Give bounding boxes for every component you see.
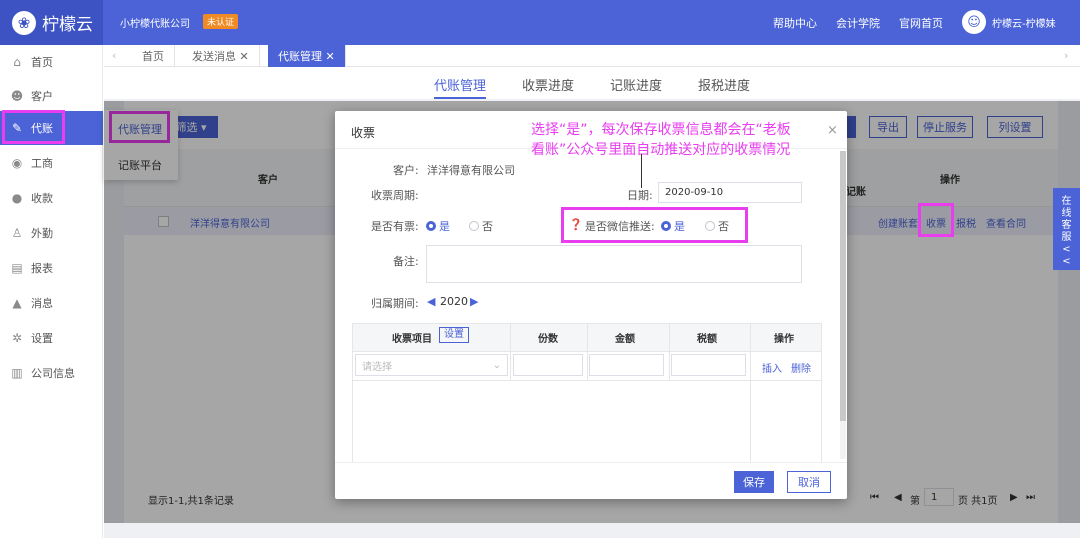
year-prev-icon[interactable]: ◀ bbox=[427, 295, 435, 308]
user-name[interactable]: 柠檬云-柠檬妹 bbox=[992, 15, 1056, 30]
chevron-down-icon: ⌄ bbox=[492, 359, 501, 371]
unverified-badge[interactable]: 未认证 bbox=[203, 14, 239, 29]
year-value: 2020 bbox=[440, 295, 468, 308]
grid-col-tax: 税额 bbox=[697, 334, 717, 345]
customer-icon: ☻ bbox=[10, 89, 24, 103]
date-label: 日期: bbox=[627, 189, 653, 202]
count-input[interactable] bbox=[513, 354, 583, 376]
sidebar-item-home[interactable]: ⌂ 首页 bbox=[0, 45, 103, 79]
report-icon: ▤ bbox=[11, 261, 23, 275]
tab-send-message[interactable]: 发送消息 ✕ bbox=[182, 45, 260, 67]
logo-text: 柠檬云 bbox=[42, 15, 93, 35]
tab-home[interactable]: 首页 bbox=[132, 45, 175, 67]
sidebar-item-business[interactable]: ◉ 工商 bbox=[0, 146, 103, 180]
sidebar-item-company[interactable]: ▥ 公司信息 bbox=[0, 356, 103, 390]
sidebar-item-payment[interactable]: ● 收款 bbox=[0, 181, 103, 215]
grid-col-count: 份数 bbox=[538, 334, 558, 345]
lemon-logo-icon: ❀ bbox=[12, 10, 36, 35]
subtab-agency[interactable]: 代账管理 bbox=[434, 75, 487, 99]
period-label: 收票周期: bbox=[371, 189, 419, 202]
annotation-arrow bbox=[641, 154, 642, 188]
date-input[interactable]: 2020-09-10 bbox=[658, 182, 802, 203]
highlight-receive-invoice bbox=[918, 203, 954, 237]
sidebar-item-label: 公司信息 bbox=[31, 367, 75, 380]
official-site-link[interactable]: 官网首页 bbox=[899, 15, 943, 31]
field-icon: ♙ bbox=[11, 226, 23, 240]
top-bar: ❀ 柠檬云 小柠檬代账公司 未认证 帮助中心 会计学院 官网首页 ☺ 柠檬云-柠… bbox=[0, 0, 1080, 45]
save-button[interactable]: 保存 bbox=[734, 471, 774, 493]
customer-value: 洋洋得意有限公司 bbox=[427, 164, 515, 177]
remark-textarea[interactable] bbox=[426, 245, 802, 283]
has-invoice-no-radio[interactable]: 否 bbox=[469, 218, 493, 234]
highlight-wechat-push bbox=[561, 207, 748, 243]
sub-tabs: 代账管理 收票进度 记账进度 报税进度 bbox=[104, 67, 1080, 99]
bell-icon: ▲ bbox=[12, 296, 22, 310]
company-name[interactable]: 小柠檬代账公司 bbox=[120, 15, 190, 30]
sidebar-item-label: 报表 bbox=[31, 262, 53, 275]
remark-label: 备注: bbox=[393, 255, 419, 268]
cancel-button[interactable]: 取消 bbox=[787, 471, 831, 493]
grid-col-amount: 金额 bbox=[615, 334, 635, 345]
modal-scrollbar[interactable] bbox=[840, 151, 846, 459]
tab-scroll-right-icon[interactable]: › bbox=[1064, 49, 1068, 62]
has-invoice-yes-radio[interactable]: 是 bbox=[426, 218, 450, 234]
building-icon: ▥ bbox=[11, 366, 23, 380]
modal-title: 收票 bbox=[351, 126, 376, 140]
sidebar-item-message[interactable]: ▲ 消息 bbox=[0, 286, 103, 320]
home-icon: ⌂ bbox=[13, 55, 21, 69]
insert-row-link[interactable]: 插入 bbox=[762, 360, 782, 375]
sidebar-item-field[interactable]: ♙ 外勤 bbox=[0, 216, 103, 250]
sidebar-item-customer[interactable]: ☻ 客户 bbox=[0, 79, 103, 113]
academy-link[interactable]: 会计学院 bbox=[836, 15, 880, 31]
logo[interactable]: ❀ 柠檬云 bbox=[0, 0, 103, 45]
gear-icon: ✲ bbox=[11, 331, 23, 345]
grid-col-ops: 操作 bbox=[774, 334, 794, 345]
delete-row-link[interactable]: 删除 bbox=[791, 360, 811, 375]
item-select[interactable]: 请选择 ⌄ bbox=[355, 354, 508, 376]
close-icon[interactable]: × bbox=[827, 123, 838, 138]
help-center-link[interactable]: 帮助中心 bbox=[773, 15, 817, 31]
belong-period-label: 归属期间: bbox=[371, 297, 419, 310]
year-next-icon[interactable]: ▶ bbox=[470, 295, 478, 308]
subtab-tax-progress[interactable]: 报税进度 bbox=[698, 75, 750, 94]
chat-label: 在线客服<< bbox=[1061, 196, 1072, 267]
subtab-invoice-progress[interactable]: 收票进度 bbox=[522, 75, 574, 94]
sidebar-item-label: 消息 bbox=[31, 297, 53, 310]
sidebar-item-report[interactable]: ▤ 报表 bbox=[0, 251, 103, 285]
business-icon: ◉ bbox=[11, 156, 23, 170]
subtab-bookkeeping-progress[interactable]: 记账进度 bbox=[610, 75, 662, 94]
sidebar-item-label: 收款 bbox=[31, 192, 53, 205]
annotation-text: 选择“是”，每次保存收票信息都会在“老板看账”公众号里面自动推送对应的收票情况 bbox=[531, 122, 791, 158]
sidebar-item-label: 客户 bbox=[31, 90, 53, 103]
modal-footer-divider bbox=[335, 462, 847, 463]
tab-bar: ‹ 首页 发送消息 ✕ 代账管理 ✕ › bbox=[104, 45, 1080, 67]
tab-scroll-left-icon[interactable]: ‹ bbox=[112, 49, 116, 62]
online-service-button[interactable]: 在线客服<< bbox=[1053, 188, 1080, 270]
sidebar-item-label: 首页 bbox=[31, 56, 53, 69]
grid-col-item: 收票项目 bbox=[392, 334, 432, 345]
tax-input[interactable] bbox=[671, 354, 746, 376]
sidebar-item-label: 外勤 bbox=[31, 227, 53, 240]
tab-agency-management[interactable]: 代账管理 ✕ bbox=[268, 45, 346, 67]
sidebar-item-label: 设置 bbox=[31, 332, 53, 345]
amount-input[interactable] bbox=[589, 354, 664, 376]
highlight-agency bbox=[2, 110, 65, 144]
has-invoice-label: 是否有票: bbox=[371, 220, 419, 233]
avatar[interactable]: ☺ bbox=[962, 10, 986, 34]
sidebar-item-label: 工商 bbox=[31, 157, 53, 170]
sidebar-item-settings[interactable]: ✲ 设置 bbox=[0, 321, 103, 355]
customer-label: 客户: bbox=[393, 164, 419, 177]
payment-icon: ● bbox=[11, 191, 23, 205]
grid-settings-button[interactable]: 设置 bbox=[439, 327, 469, 343]
